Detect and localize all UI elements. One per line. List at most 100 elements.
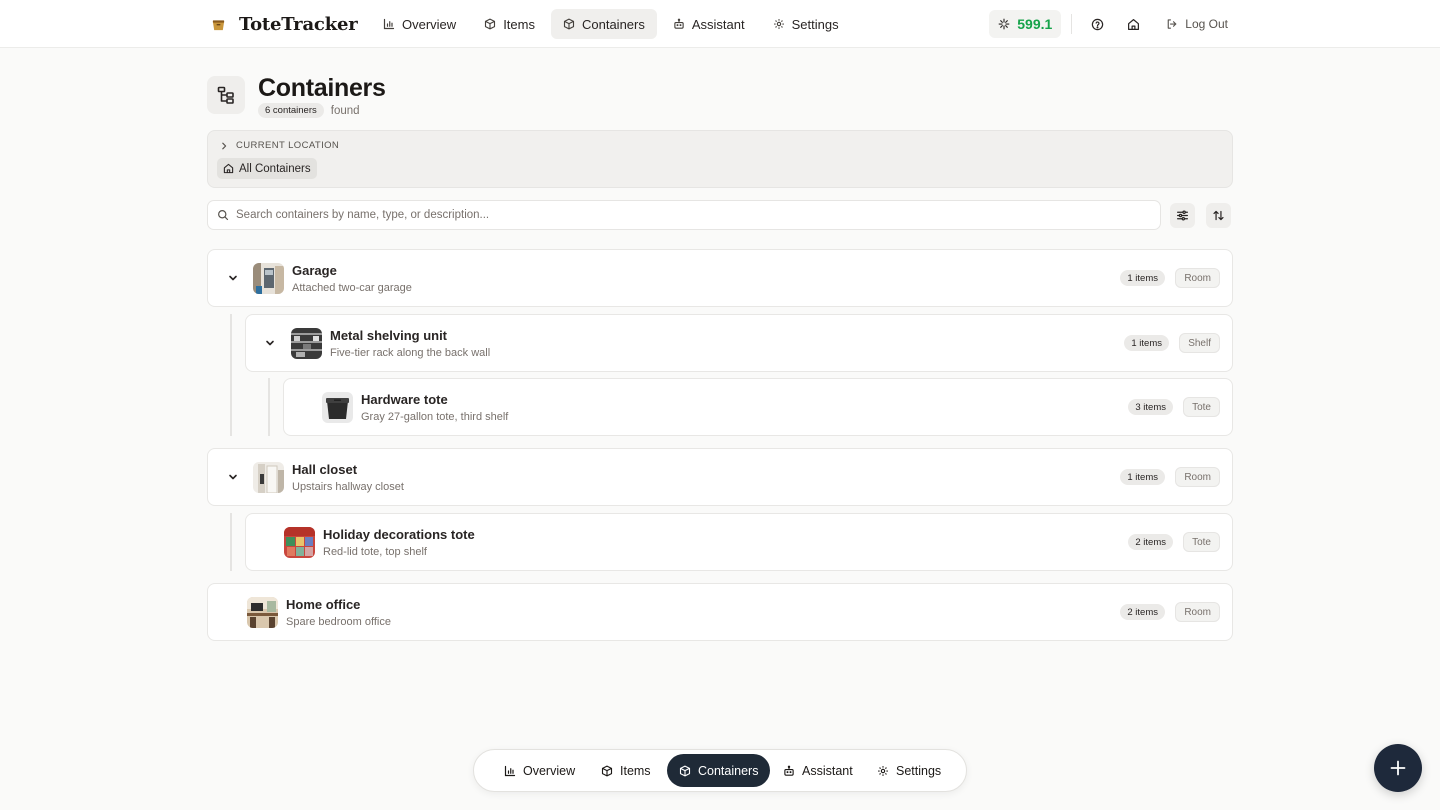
current-location-panel: CURRENT LOCATION All Containers — [207, 130, 1233, 188]
help-icon — [1091, 18, 1104, 31]
box-icon — [679, 765, 691, 777]
container-title: Home office — [286, 597, 361, 612]
tree-guide-line — [230, 513, 232, 571]
page-header: Containers 6 containers found — [207, 74, 386, 118]
container-row-hardware-tote[interactable]: Hardware tote Gray 27-gallon tote, third… — [283, 378, 1233, 436]
chevron-down-icon[interactable] — [225, 270, 241, 286]
container-thumbnail — [253, 462, 284, 493]
container-row-metal-shelving-unit[interactable]: Metal shelving unit Five-tier rack along… — [245, 314, 1233, 372]
bottom-nav-containers[interactable]: Containers — [667, 754, 771, 787]
home-icon — [223, 163, 234, 174]
item-count-badge: 2 items — [1120, 604, 1165, 620]
help-button[interactable] — [1086, 10, 1108, 38]
container-title: Metal shelving unit — [330, 328, 448, 343]
search-input[interactable] — [236, 209, 1136, 221]
bottom-nav-overview-label: Overview — [523, 763, 576, 778]
row-text: Holiday decorations tote Red-lid tote, t… — [323, 527, 475, 559]
nav-settings-label: Settings — [791, 16, 839, 32]
container-thumbnail — [247, 597, 278, 628]
container-description: Upstairs hallway closet — [292, 481, 404, 493]
item-count-badge: 1 items — [1124, 335, 1169, 351]
bottom-nav-containers-label: Containers — [698, 763, 759, 778]
main-nav: Overview Items Containers Assistant Sett… — [371, 9, 851, 39]
logout-label: Log Out — [1185, 17, 1228, 31]
nav-assistant-label: Assistant — [691, 16, 745, 32]
container-description: Spare bedroom office — [286, 616, 391, 628]
bot-icon — [673, 18, 685, 30]
row-text: Garage Attached two-car garage — [292, 263, 412, 295]
nav-overview[interactable]: Overview — [371, 9, 468, 39]
container-description: Attached two-car garage — [292, 282, 412, 294]
container-title: Garage — [292, 263, 337, 278]
bottom-nav-items-label: Items — [620, 763, 651, 778]
page-title: Containers — [258, 74, 386, 102]
bottom-nav-overview[interactable]: Overview — [492, 754, 587, 787]
box-icon — [484, 18, 496, 30]
gear-icon — [773, 18, 785, 30]
location-toggle[interactable]: CURRENT LOCATION — [220, 140, 339, 151]
home-button[interactable] — [1122, 10, 1144, 38]
container-thumbnail — [291, 328, 322, 359]
found-text: found — [330, 104, 360, 117]
bottom-nav-assistant[interactable]: Assistant — [771, 754, 865, 787]
brand-name: ToteTracker — [239, 13, 358, 35]
container-row-home-office[interactable]: Home office Spare bedroom office 2 items… — [207, 583, 1233, 641]
bottom-nav: Overview Items Containers Assistant Sett… — [473, 749, 967, 792]
tree-guide-line — [230, 314, 232, 436]
header-tools: 599.1 Log Out — [989, 10, 1228, 38]
sparkle-icon — [998, 18, 1010, 30]
search-bar — [207, 200, 1161, 230]
gear-icon — [877, 765, 889, 777]
container-thumbnail — [284, 527, 315, 558]
location-chip-label: All Containers — [239, 162, 311, 175]
chevron-down-icon[interactable] — [225, 469, 241, 485]
nav-containers[interactable]: Containers — [550, 9, 657, 39]
chevron-down-icon[interactable] — [262, 335, 278, 351]
container-title: Hall closet — [292, 462, 358, 477]
container-row-garage[interactable]: Garage Attached two-car garage 1 items R… — [207, 249, 1233, 307]
container-thumbnail — [322, 392, 353, 423]
tree-guide-line — [268, 378, 270, 436]
count-badge: 6 containers — [258, 103, 324, 118]
item-count-badge: 1 items — [1120, 270, 1165, 286]
bottom-nav-items[interactable]: Items — [589, 754, 663, 787]
container-thumbnail — [253, 263, 284, 294]
top-navbar: ToteTracker Overview Items Containers As… — [0, 0, 1440, 48]
bottom-nav-assistant-label: Assistant — [802, 763, 853, 778]
box-icon — [563, 18, 575, 30]
row-text: Hardware tote Gray 27-gallon tote, third… — [361, 392, 508, 424]
filter-button[interactable] — [1170, 203, 1195, 228]
logout-button[interactable]: Log Out — [1166, 17, 1228, 31]
item-count-badge: 2 items — [1128, 534, 1173, 550]
result-count: 6 containers found — [258, 103, 386, 118]
box-icon — [601, 765, 613, 777]
type-badge: Tote — [1183, 397, 1220, 417]
nav-assistant[interactable]: Assistant — [661, 9, 757, 39]
tree-structure-icon — [207, 76, 245, 114]
score-badge[interactable]: 599.1 — [989, 10, 1062, 38]
nav-containers-label: Containers — [581, 16, 645, 32]
nav-overview-label: Overview — [402, 16, 457, 32]
location-chip-all[interactable]: All Containers — [217, 158, 317, 179]
bot-icon — [783, 765, 795, 777]
chevron-right-icon — [220, 142, 228, 150]
bar-chart-icon — [383, 18, 395, 30]
item-count-badge: 1 items — [1120, 469, 1165, 485]
container-row-holiday-decorations-tote[interactable]: Holiday decorations tote Red-lid tote, t… — [245, 513, 1233, 571]
bottom-nav-settings[interactable]: Settings — [865, 754, 953, 787]
nav-items-label: Items — [503, 16, 535, 32]
container-row-hall-closet[interactable]: Hall closet Upstairs hallway closet 1 it… — [207, 448, 1233, 506]
home-icon — [1127, 18, 1140, 31]
bar-chart-icon — [504, 765, 516, 777]
nav-settings[interactable]: Settings — [761, 9, 851, 39]
type-badge: Tote — [1183, 532, 1220, 552]
sliders-icon — [1176, 209, 1189, 222]
item-count-badge: 3 items — [1128, 399, 1173, 415]
add-container-button[interactable] — [1374, 744, 1422, 792]
brand[interactable]: ToteTracker — [211, 0, 358, 48]
plus-icon — [1389, 759, 1407, 777]
sort-button[interactable] — [1206, 203, 1231, 228]
row-text: Hall closet Upstairs hallway closet — [292, 462, 404, 494]
nav-items[interactable]: Items — [472, 9, 547, 39]
divider — [1071, 14, 1073, 34]
